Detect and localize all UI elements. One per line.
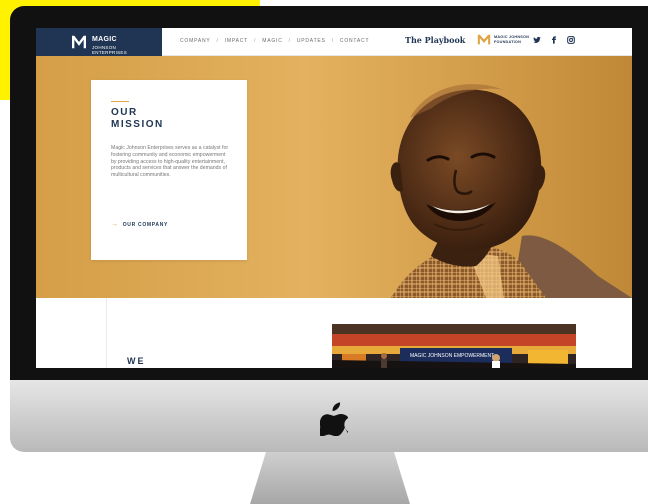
nav-magic[interactable]: MAGIC	[262, 38, 282, 44]
brand-wordmark: MAGIC JOHNSON ENTERPRISES	[92, 29, 127, 56]
card-accent-rule	[111, 101, 129, 102]
site-header: MAGIC JOHNSON ENTERPRISES COMPANY / IMPA…	[36, 28, 632, 56]
nav-company[interactable]: COMPANY	[180, 38, 211, 44]
mj-monogram-icon	[71, 35, 86, 49]
twitter-icon[interactable]	[533, 36, 541, 44]
site-logo[interactable]: MAGIC JOHNSON ENTERPRISES	[36, 28, 162, 56]
website-screen: MAGIC JOHNSON ENTERPRISES COMPANY / IMPA…	[36, 28, 632, 368]
social-links	[533, 36, 575, 44]
foundation-wordmark: MAGIC JOHNSON FOUNDATION	[494, 35, 529, 44]
nav-updates[interactable]: UPDATES	[297, 38, 326, 44]
section-divider	[106, 298, 107, 368]
lower-section: WE MAGIC JOHNSON EMPOWERMENT	[36, 298, 632, 368]
nav-separator: /	[331, 38, 334, 44]
section-heading: WE	[127, 356, 146, 366]
mission-body: Magic Johnson Enterprises serves as a ca…	[111, 145, 229, 179]
nav-impact[interactable]: IMPACT	[225, 38, 248, 44]
main-nav: COMPANY / IMPACT / MAGIC / UPDATES / CON…	[180, 38, 369, 44]
facebook-icon[interactable]	[550, 36, 558, 44]
foundation-line-1: MAGIC JOHNSON	[494, 34, 530, 39]
brand-line-1: MAGIC	[91, 35, 117, 43]
store-photo: MAGIC JOHNSON EMPOWERMENT	[332, 324, 576, 368]
nav-separator: /	[288, 38, 291, 44]
photo-caption: MAGIC JOHNSON EMPOWERMENT	[410, 353, 494, 359]
mission-heading: OUR MISSION	[111, 107, 231, 131]
arrow-right-icon: →	[111, 221, 119, 228]
nav-contact[interactable]: CONTACT	[340, 38, 369, 44]
imac-stand	[250, 452, 410, 504]
nav-separator: /	[254, 38, 257, 44]
our-company-label: OUR COMPANY	[122, 221, 169, 228]
instagram-icon[interactable]	[567, 36, 575, 44]
nav-separator: /	[216, 38, 219, 44]
brand-line-3: ENTERPRISES	[91, 50, 128, 55]
foundation-line-2: FOUNDATION	[494, 39, 522, 44]
mission-heading-line-1: OUR	[111, 107, 138, 118]
foundation-m-icon	[477, 34, 491, 45]
portrait-photo	[336, 56, 632, 298]
mission-heading-line-2: MISSION	[111, 119, 164, 130]
hero-section: OUR MISSION Magic Johnson Enterprises se…	[36, 56, 632, 298]
apple-logo-icon	[320, 402, 348, 436]
playbook-link[interactable]: The Playbook	[405, 35, 465, 45]
foundation-link[interactable]: MAGIC JOHNSON FOUNDATION	[477, 34, 529, 45]
device-mockup: MAGIC JOHNSON ENTERPRISES COMPANY / IMPA…	[0, 0, 648, 504]
mission-card: OUR MISSION Magic Johnson Enterprises se…	[91, 80, 247, 260]
our-company-link[interactable]: → OUR COMPANY	[111, 221, 168, 228]
